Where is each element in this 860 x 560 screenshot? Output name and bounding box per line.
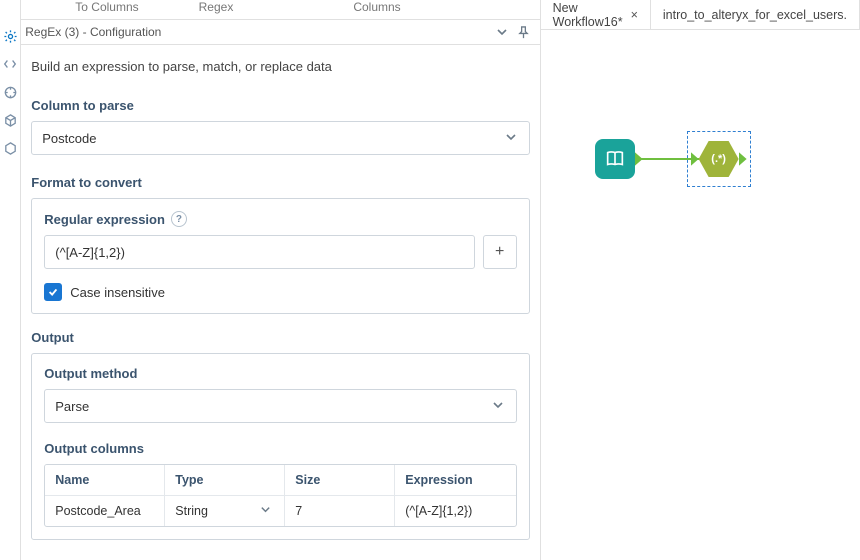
regex-input[interactable] <box>44 235 474 269</box>
cell-name[interactable]: Postcode_Area <box>45 495 165 526</box>
workflow-canvas[interactable]: (.*) <box>541 30 860 560</box>
workflow-canvas-panel: New Workflow16* × intro_to_alteryx_for_e… <box>541 0 860 560</box>
tool-tab[interactable]: Columns <box>353 0 400 19</box>
table-row[interactable]: Postcode_Area String 7 (^[A-Z]{1,2}) <box>45 495 515 526</box>
panel-header: RegEx (3) - Configuration <box>21 20 539 46</box>
output-columns-grid: Name Type Size Expression Postcode_Area … <box>44 464 516 527</box>
pin-icon[interactable] <box>516 24 532 40</box>
case-insensitive-label: Case insensitive <box>70 285 165 300</box>
section-output: Output <box>31 330 529 345</box>
cell-expression: (^[A-Z]{1,2}) <box>395 495 515 526</box>
col-expression: Expression <box>395 465 515 495</box>
add-expression-button[interactable]: + <box>483 235 517 269</box>
col-size: Size <box>285 465 395 495</box>
format-group: Regular expression ? + Case insensitive <box>31 198 529 314</box>
chevron-down-icon <box>492 399 506 413</box>
output-columns-label: Output columns <box>44 441 516 456</box>
output-method-label: Output method <box>44 366 516 381</box>
close-icon[interactable]: × <box>631 8 638 22</box>
chevron-down-icon <box>260 504 274 518</box>
section-column-to-parse: Column to parse <box>31 98 529 113</box>
cube-icon[interactable] <box>2 112 18 128</box>
regex-label: Regular expression <box>44 212 165 227</box>
tab-label: intro_to_alteryx_for_excel_users. <box>663 8 847 22</box>
chevron-down-icon <box>505 131 519 145</box>
canvas-tab-bar: New Workflow16* × intro_to_alteryx_for_e… <box>541 0 860 30</box>
canvas-tab[interactable]: intro_to_alteryx_for_excel_users. <box>651 0 860 29</box>
section-format: Format to convert <box>31 175 529 190</box>
select-value: Postcode <box>42 131 504 146</box>
tool-tab-row: To Columns Regex Columns <box>21 0 539 20</box>
target-icon[interactable] <box>2 84 18 100</box>
grid-header-row: Name Type Size Expression <box>45 465 515 495</box>
select-value: Parse <box>55 399 491 414</box>
regex-node-label: (.*) <box>711 153 726 165</box>
col-type: Type <box>165 465 285 495</box>
chevron-down-icon[interactable] <box>494 24 510 40</box>
input-data-node[interactable] <box>595 139 635 179</box>
tool-tab[interactable]: Regex <box>199 0 234 19</box>
gear-icon[interactable] <box>2 28 18 44</box>
checkbox-checked-icon[interactable] <box>44 283 62 301</box>
output-method-select[interactable]: Parse <box>44 389 516 423</box>
panel-title: RegEx (3) - Configuration <box>25 25 487 39</box>
help-icon[interactable]: ? <box>171 211 187 227</box>
cell-size[interactable]: 7 <box>285 495 395 526</box>
col-name: Name <box>45 465 165 495</box>
hex-icon[interactable] <box>2 140 18 156</box>
canvas-tab[interactable]: New Workflow16* × <box>541 0 651 29</box>
code-icon[interactable] <box>2 56 18 72</box>
column-to-parse-select[interactable]: Postcode <box>31 121 529 155</box>
side-toolbar <box>0 0 21 560</box>
panel-intro: Build an expression to parse, match, or … <box>31 59 529 74</box>
case-insensitive-row[interactable]: Case insensitive <box>44 283 516 301</box>
cell-type[interactable]: String <box>165 495 285 526</box>
panel-body: Build an expression to parse, match, or … <box>21 45 539 560</box>
tool-tab[interactable]: To Columns <box>75 0 138 19</box>
output-group: Output method Parse Output columns Name … <box>31 353 529 540</box>
tab-label: New Workflow16* <box>553 1 623 29</box>
config-panel: To Columns Regex Columns RegEx (3) - Con… <box>21 0 540 560</box>
regex-label-row: Regular expression ? <box>44 211 516 227</box>
